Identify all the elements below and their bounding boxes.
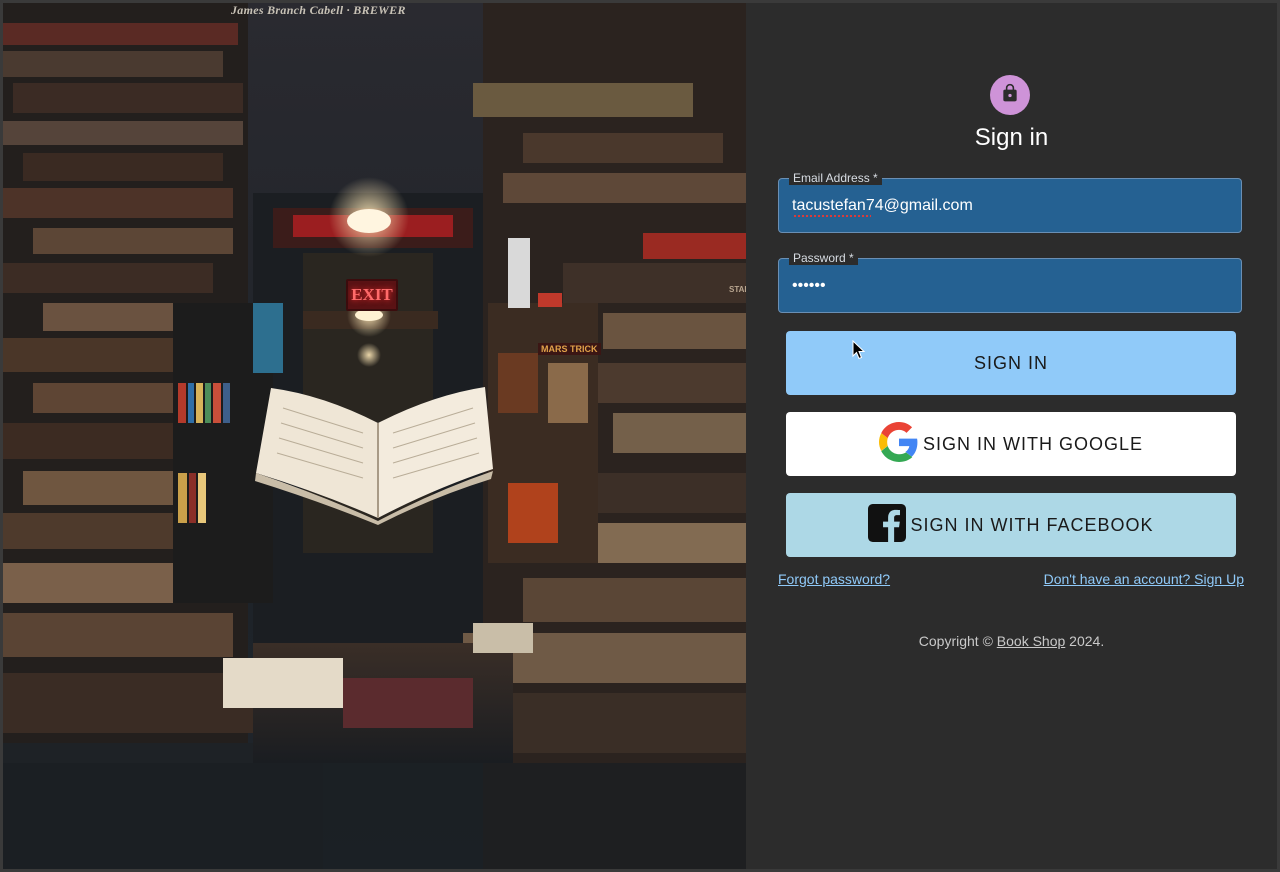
copyright-prefix: Copyright © (918, 633, 997, 649)
password-field[interactable]: Password * (778, 251, 1242, 313)
copyright-suffix: 2024. (1065, 633, 1105, 649)
shelf-label: STAR (729, 285, 746, 294)
forgot-password-link[interactable]: Forgot password? (778, 571, 890, 587)
copyright: Copyright © Book Shop 2024. (746, 633, 1277, 649)
sign-up-link[interactable]: Don't have an account? Sign Up (1044, 571, 1244, 587)
sign-in-facebook-label: SIGN IN WITH FACEBOOK (910, 514, 1154, 535)
signin-panel: Sign in Email Address * Password * SIGN … (746, 3, 1277, 869)
page-title: Sign in (974, 124, 1049, 151)
mouse-cursor-icon (852, 339, 866, 365)
password-input[interactable] (792, 259, 1222, 312)
app-window: James Branch Cabell · BREWER EXIT MARS T… (3, 3, 1277, 869)
hero-book-caption: James Branch Cabell · BREWER (231, 3, 406, 17)
email-field[interactable]: Email Address * (778, 171, 1242, 233)
email-input[interactable] (792, 179, 1222, 232)
spellcheck-underline (793, 215, 871, 218)
sign-in-google-label: SIGN IN WITH GOOGLE (922, 433, 1143, 454)
book-tag: MARS TRICK (538, 343, 601, 355)
google-icon (878, 421, 919, 467)
lock-icon (1000, 83, 1020, 108)
library-illustration (3, 3, 746, 869)
hero-library-image: James Branch Cabell · BREWER EXIT MARS T… (3, 3, 746, 869)
brand-link[interactable]: Book Shop (997, 633, 1066, 649)
sign-in-label: SIGN IN (973, 352, 1048, 373)
facebook-icon (868, 503, 907, 547)
sign-in-facebook-button[interactable]: SIGN IN WITH FACEBOOK (786, 493, 1236, 557)
exit-sign: EXIT (346, 279, 398, 311)
sign-in-google-button[interactable]: SIGN IN WITH GOOGLE (786, 412, 1236, 476)
avatar (990, 75, 1030, 115)
auth-links: Forgot password? Don't have an account? … (778, 571, 1244, 587)
